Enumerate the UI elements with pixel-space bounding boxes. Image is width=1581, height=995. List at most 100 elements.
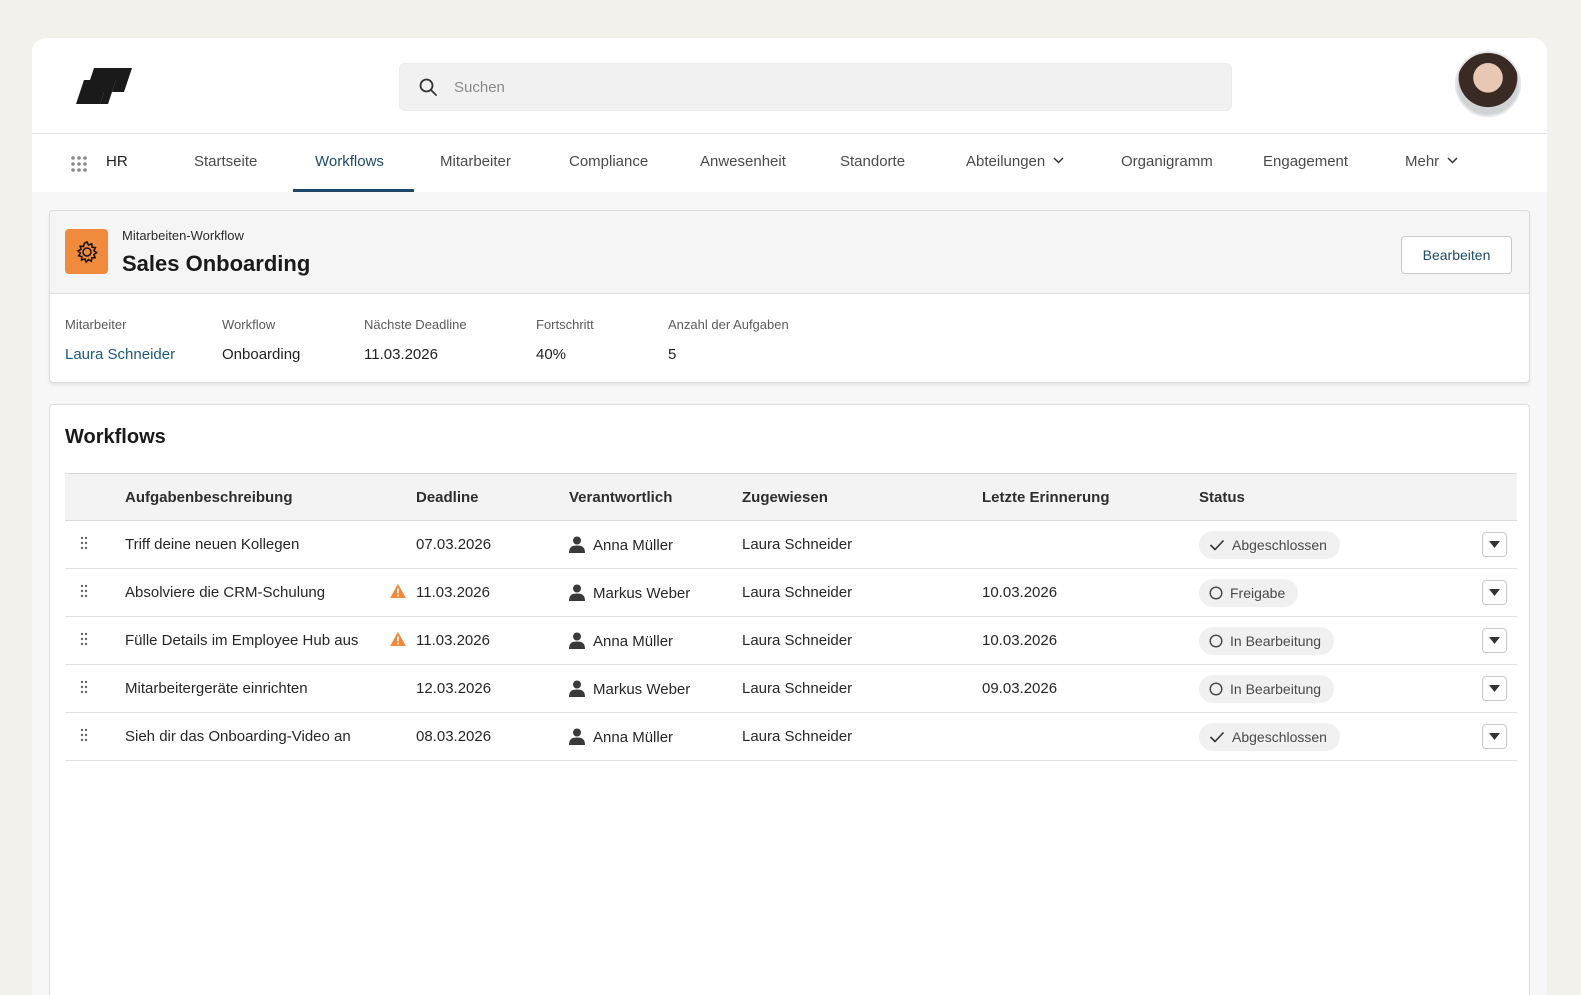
search-bar[interactable] (399, 63, 1232, 111)
responsible-cell: Anna Müller (569, 521, 742, 569)
avatar[interactable] (1455, 51, 1521, 117)
caret-down-icon (1489, 685, 1500, 692)
drag-handle-icon[interactable] (80, 632, 88, 646)
responsible-name: Anna Müller (593, 632, 674, 650)
table-row[interactable]: Sieh dir das Onboarding-Video an 08.03.2… (65, 713, 1517, 761)
employee-link[interactable]: Laura Schneider (65, 346, 175, 363)
drag-cell (65, 713, 125, 761)
column-header-assigned[interactable]: Zugewiesen (742, 474, 982, 521)
row-actions-button[interactable] (1482, 676, 1507, 701)
responsible-cell: Anna Müller (569, 713, 742, 761)
field-progress: Fortschritt 40% (536, 317, 594, 363)
app-launcher-icon[interactable] (70, 155, 88, 173)
circle-icon (1209, 633, 1223, 648)
row-actions-button[interactable] (1482, 580, 1507, 605)
nav-item-standorte[interactable]: Standorte (840, 153, 905, 170)
workflows-table: Aufgabenbeschreibung Deadline Verantwort… (65, 473, 1517, 761)
nav-item-workflows[interactable]: Workflows (315, 153, 384, 170)
nav-item-engagement[interactable]: Engagement (1263, 153, 1348, 170)
actions-cell (1469, 521, 1517, 569)
warning-cell (389, 617, 416, 665)
status-badge: Abgeschlossen (1199, 722, 1340, 751)
caret-down-icon (1489, 733, 1500, 740)
warning-icon (390, 583, 406, 598)
drag-cell (65, 569, 125, 617)
edit-button[interactable]: Bearbeiten (1401, 236, 1512, 274)
column-header-deadline[interactable]: Deadline (416, 474, 569, 521)
app-name: HR (106, 153, 128, 170)
person-icon (569, 536, 585, 553)
field-label: Workflow (222, 317, 276, 332)
nav-item-mehr[interactable]: Mehr (1405, 153, 1458, 170)
column-header-drag (65, 474, 125, 521)
drag-handle-icon[interactable] (80, 728, 88, 742)
table-row[interactable]: Mitarbeitergeräte einrichten 12.03.2026 … (65, 665, 1517, 713)
warning-cell (389, 665, 416, 713)
assigned-cell: Laura Schneider (742, 632, 853, 649)
task-description[interactable]: Sieh dir das Onboarding-Video an (125, 713, 389, 761)
page-title: Sales Onboarding (122, 251, 311, 276)
column-header-warning (389, 474, 416, 521)
task-description[interactable]: Fülle Details im Employee Hub aus (125, 617, 389, 665)
field-label: Nächste Deadline (364, 317, 467, 332)
table-header-row: Aufgabenbeschreibung Deadline Verantwort… (65, 473, 1517, 521)
nav-item-label: Abteilungen (966, 153, 1046, 170)
column-header-description[interactable]: Aufgabenbeschreibung (125, 474, 389, 521)
responsible-cell: Markus Weber (569, 665, 742, 713)
drag-cell (65, 521, 125, 569)
person-icon (569, 680, 585, 697)
field-value: Onboarding (222, 346, 301, 363)
column-header-last-reminder[interactable]: Letzte Erinnerung (982, 474, 1199, 521)
responsible-name: Markus Weber (593, 584, 691, 602)
nav-item-anwesenheit[interactable]: Anwesenheit (700, 153, 786, 170)
nav-item-compliance[interactable]: Compliance (569, 153, 648, 170)
last-reminder-cell: 10.03.2026 (982, 632, 1058, 649)
column-header-responsible[interactable]: Verantwortlich (569, 474, 742, 521)
nav-item-mitarbeiter[interactable]: Mitarbeiter (440, 153, 511, 170)
status-label: In Bearbeitung (1230, 680, 1322, 697)
last-reminder-cell (982, 521, 1199, 569)
status-badge: In Bearbeitung (1199, 674, 1335, 703)
table-row[interactable]: Absolviere die CRM-Schulung 11.03.2026 M… (65, 569, 1517, 617)
table-row[interactable]: Fülle Details im Employee Hub aus 11.03.… (65, 617, 1517, 665)
column-header-status[interactable]: Status (1199, 474, 1469, 521)
row-actions-button[interactable] (1482, 532, 1507, 557)
record-fields: Mitarbeiter Laura Schneider Workflow Onb… (50, 294, 1529, 382)
table-row[interactable]: Triff deine neuen Kollegen 07.03.2026 An… (65, 521, 1517, 569)
task-description[interactable]: Triff deine neuen Kollegen (125, 521, 389, 569)
deadline-cell: 08.03.2026 (416, 728, 492, 745)
field-label: Fortschritt (536, 317, 594, 332)
drag-handle-icon[interactable] (80, 584, 88, 598)
status-cell: Abgeschlossen (1199, 713, 1469, 761)
status-badge: Abgeschlossen (1199, 530, 1340, 559)
task-description[interactable]: Absolviere die CRM-Schulung (125, 569, 389, 617)
search-input[interactable] (454, 78, 1214, 96)
row-actions-button[interactable] (1482, 628, 1507, 653)
top-bar (32, 38, 1547, 134)
last-reminder-cell: 10.03.2026 (982, 584, 1058, 601)
deadline-cell: 12.03.2026 (416, 680, 492, 697)
logo-icon[interactable] (76, 66, 132, 106)
row-actions-button[interactable] (1482, 724, 1507, 749)
actions-cell (1469, 569, 1517, 617)
check-icon (1209, 539, 1225, 551)
field-workflow: Workflow Onboarding (222, 317, 300, 363)
status-label: In Bearbeitung (1230, 632, 1322, 649)
field-mitarbeiter: Mitarbeiter Laura Schneider (65, 317, 175, 363)
deadline-cell: 11.03.2026 (416, 632, 490, 649)
last-reminder-cell (982, 713, 1199, 761)
nav-item-startseite[interactable]: Startseite (194, 153, 257, 170)
drag-cell (65, 665, 125, 713)
nav-item-abteilungen[interactable]: Abteilungen (966, 153, 1064, 170)
task-description[interactable]: Mitarbeitergeräte einrichten (125, 665, 389, 713)
drag-handle-icon[interactable] (80, 536, 88, 550)
actions-cell (1469, 617, 1517, 665)
status-label: Abgeschlossen (1232, 728, 1327, 745)
status-badge: In Bearbeitung (1199, 626, 1335, 655)
drag-handle-icon[interactable] (80, 680, 88, 694)
deadline-cell: 07.03.2026 (416, 536, 492, 553)
gear-icon (76, 240, 98, 264)
nav-item-organigramm[interactable]: Organigramm (1121, 153, 1213, 170)
field-value: 40% (536, 346, 567, 363)
search-icon (419, 78, 437, 96)
